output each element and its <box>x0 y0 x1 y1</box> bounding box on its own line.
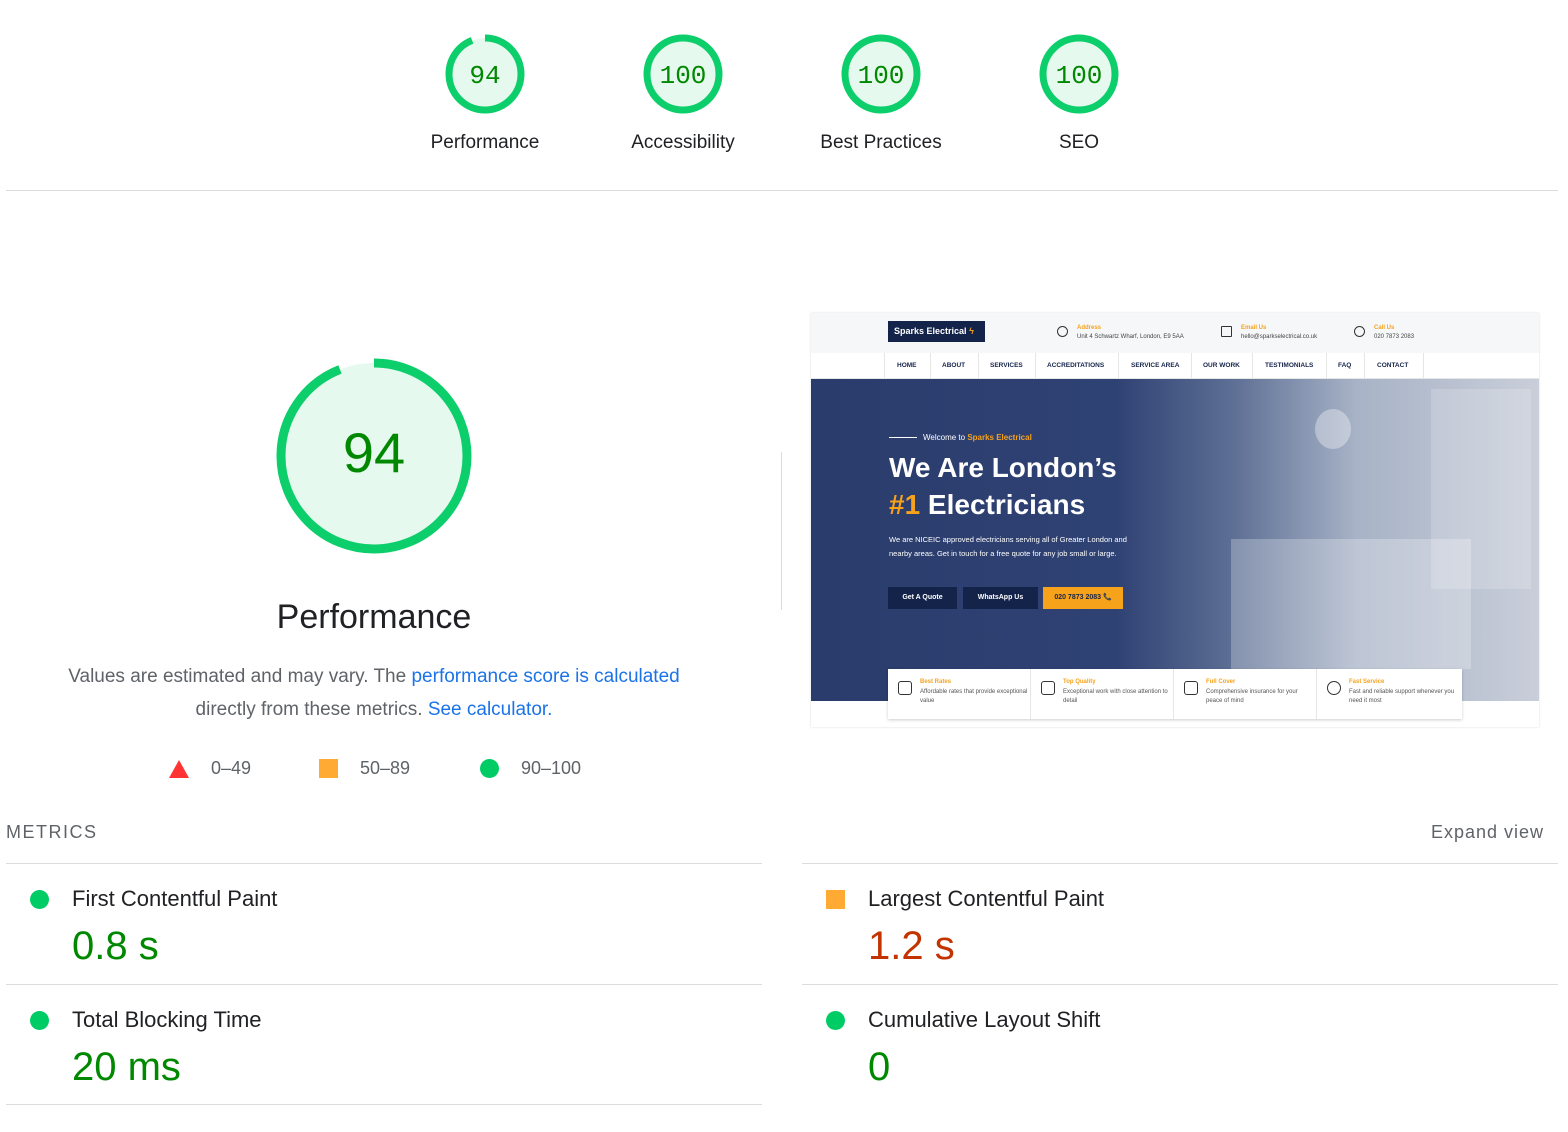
score-calculated-link[interactable]: performance score is calculated <box>411 666 679 687</box>
pass-circle-icon <box>30 890 49 909</box>
circle-icon <box>480 759 499 778</box>
gauge-score: 94 <box>469 61 500 91</box>
gauge-best-practices[interactable]: 100 Best Practices <box>801 32 961 154</box>
metrics-header: METRICS <box>6 822 98 842</box>
hero-paragraph: We are NICEIC approved electricians serv… <box>889 535 1127 558</box>
site-nav-item: CONTACT <box>1377 362 1409 369</box>
gauge-accessibility[interactable]: 100 Accessibility <box>603 32 763 154</box>
gauge-label: SEO <box>1058 132 1100 153</box>
feature-item: Best Rates Affordable rates that provide… <box>888 669 1031 719</box>
average-square-icon <box>826 890 845 909</box>
site-nav-item: ACCREDITATIONS <box>1047 362 1105 369</box>
pass-circle-icon <box>826 1011 845 1030</box>
score-legend: 0–49 50–89 90–100 <box>0 758 748 784</box>
feature-item: Top Quality Exceptional work with close … <box>1031 669 1174 719</box>
mail-icon <box>1221 326 1232 337</box>
metric-value: 20 ms <box>72 1045 181 1089</box>
gauge-label: Accessibility <box>631 132 735 153</box>
feature-item: Fast Service Fast and reliable support w… <box>1317 669 1460 719</box>
site-phone: Call Us 020 7873 2083 <box>1354 324 1414 342</box>
site-logo: Sparks Electrical ϟ <box>888 321 985 342</box>
gauge-ring: 94 <box>445 34 525 114</box>
legend-average: 50–89 <box>319 758 410 779</box>
site-nav-item: TESTIMONIALS <box>1265 362 1314 369</box>
page-screenshot[interactable]: Sparks Electrical ϟ Address Unit 4 Schwa… <box>811 313 1539 727</box>
gauge-score: 100 <box>1056 61 1103 91</box>
site-address: Address Unit 4 Schwartz Wharf, London, E… <box>1057 324 1184 342</box>
metric-name: Largest Contentful Paint <box>868 886 1105 911</box>
category-gauges: 94 Performance 100 Accessibility 100 Bes… <box>0 32 1568 162</box>
performance-title: Performance <box>276 598 472 636</box>
get-quote-button: Get A Quote <box>888 587 957 609</box>
gauge-ring: 100 <box>1039 34 1119 114</box>
whatsapp-icon <box>1354 326 1365 337</box>
site-features: Best Rates Affordable rates that provide… <box>888 669 1462 719</box>
site-nav-item: SERVICE AREA <box>1131 362 1180 369</box>
desc-text: directly from these metrics. <box>195 699 428 720</box>
square-icon <box>319 759 338 778</box>
site-nav-item: ABOUT <box>942 362 966 369</box>
see-calculator-link[interactable]: See calculator. <box>428 699 553 720</box>
legend-pass: 90–100 <box>480 758 581 779</box>
clock-icon <box>1327 681 1341 695</box>
legend-label: 50–89 <box>360 758 411 778</box>
site-nav: HOME ABOUT SERVICES ACCREDITATIONS SERVI… <box>811 353 1539 379</box>
legend-label: 0–49 <box>211 758 252 778</box>
gauge-performance[interactable]: 94 Performance <box>405 32 565 154</box>
gauge-label: Best Practices <box>820 132 942 153</box>
site-nav-item: HOME <box>897 362 917 369</box>
divider <box>781 452 782 610</box>
metric-largest-contentful-paint[interactable]: Largest Contentful Paint 1.2 s <box>802 864 1542 984</box>
site-nav-item: FAQ <box>1338 362 1352 369</box>
triangle-icon <box>169 759 189 778</box>
document-icon <box>1184 681 1198 695</box>
gauge-label: Performance <box>430 132 540 153</box>
site-email: Email Us hello@sparkselectrical.co.uk <box>1221 324 1317 342</box>
legend-fail: 0–49 <box>169 758 251 779</box>
gauge-ring: 100 <box>643 34 723 114</box>
gauge-score: 100 <box>858 61 905 91</box>
site-hero: Welcome to Sparks Electrical We Are Lond… <box>811 379 1539 701</box>
location-icon <box>1057 326 1068 337</box>
performance-gauge: 94 <box>276 358 472 554</box>
metric-value: 0.8 s <box>72 924 159 968</box>
gauge-score: 100 <box>660 61 707 91</box>
hero-heading: We Are London’s #1 Electricians <box>889 452 1117 520</box>
pass-circle-icon <box>30 1011 49 1030</box>
site-nav-item: SERVICES <box>990 362 1023 369</box>
expand-view-toggle[interactable]: Expand view <box>1431 822 1544 843</box>
site-nav-item: OUR WORK <box>1203 362 1240 369</box>
metric-name: Total Blocking Time <box>72 1007 262 1032</box>
legend-label: 90–100 <box>521 758 582 778</box>
phone-button: 020 7873 2083 📞 <box>1043 587 1123 609</box>
metric-cumulative-layout-shift[interactable]: Cumulative Layout Shift 0 <box>802 985 1542 1105</box>
metric-name: Cumulative Layout Shift <box>868 1007 1101 1032</box>
site-topbar: Sparks Electrical ϟ Address Unit 4 Schwa… <box>811 313 1539 353</box>
performance-score: 94 <box>343 421 405 484</box>
desc-text: Values are estimated and may vary. The <box>68 666 412 687</box>
thumbs-up-icon <box>1041 681 1055 695</box>
whatsapp-button: WhatsApp Us <box>963 587 1038 609</box>
metric-value: 1.2 s <box>868 924 955 968</box>
divider <box>6 190 1558 191</box>
divider <box>6 1104 762 1105</box>
metric-name: First Contentful Paint <box>72 886 278 911</box>
metric-total-blocking-time[interactable]: Total Blocking Time 20 ms <box>6 985 746 1105</box>
gauge-ring: 100 <box>841 34 921 114</box>
metric-first-contentful-paint[interactable]: First Contentful Paint 0.8 s <box>6 864 746 984</box>
hero-welcome: Welcome to Sparks Electrical <box>889 433 1032 442</box>
feature-item: Full Cover Comprehensive insurance for y… <box>1174 669 1317 719</box>
gauge-seo[interactable]: 100 SEO <box>999 32 1159 154</box>
tag-icon <box>898 681 912 695</box>
metric-value: 0 <box>868 1045 891 1089</box>
performance-description: Values are estimated and may vary. The p… <box>36 660 712 726</box>
